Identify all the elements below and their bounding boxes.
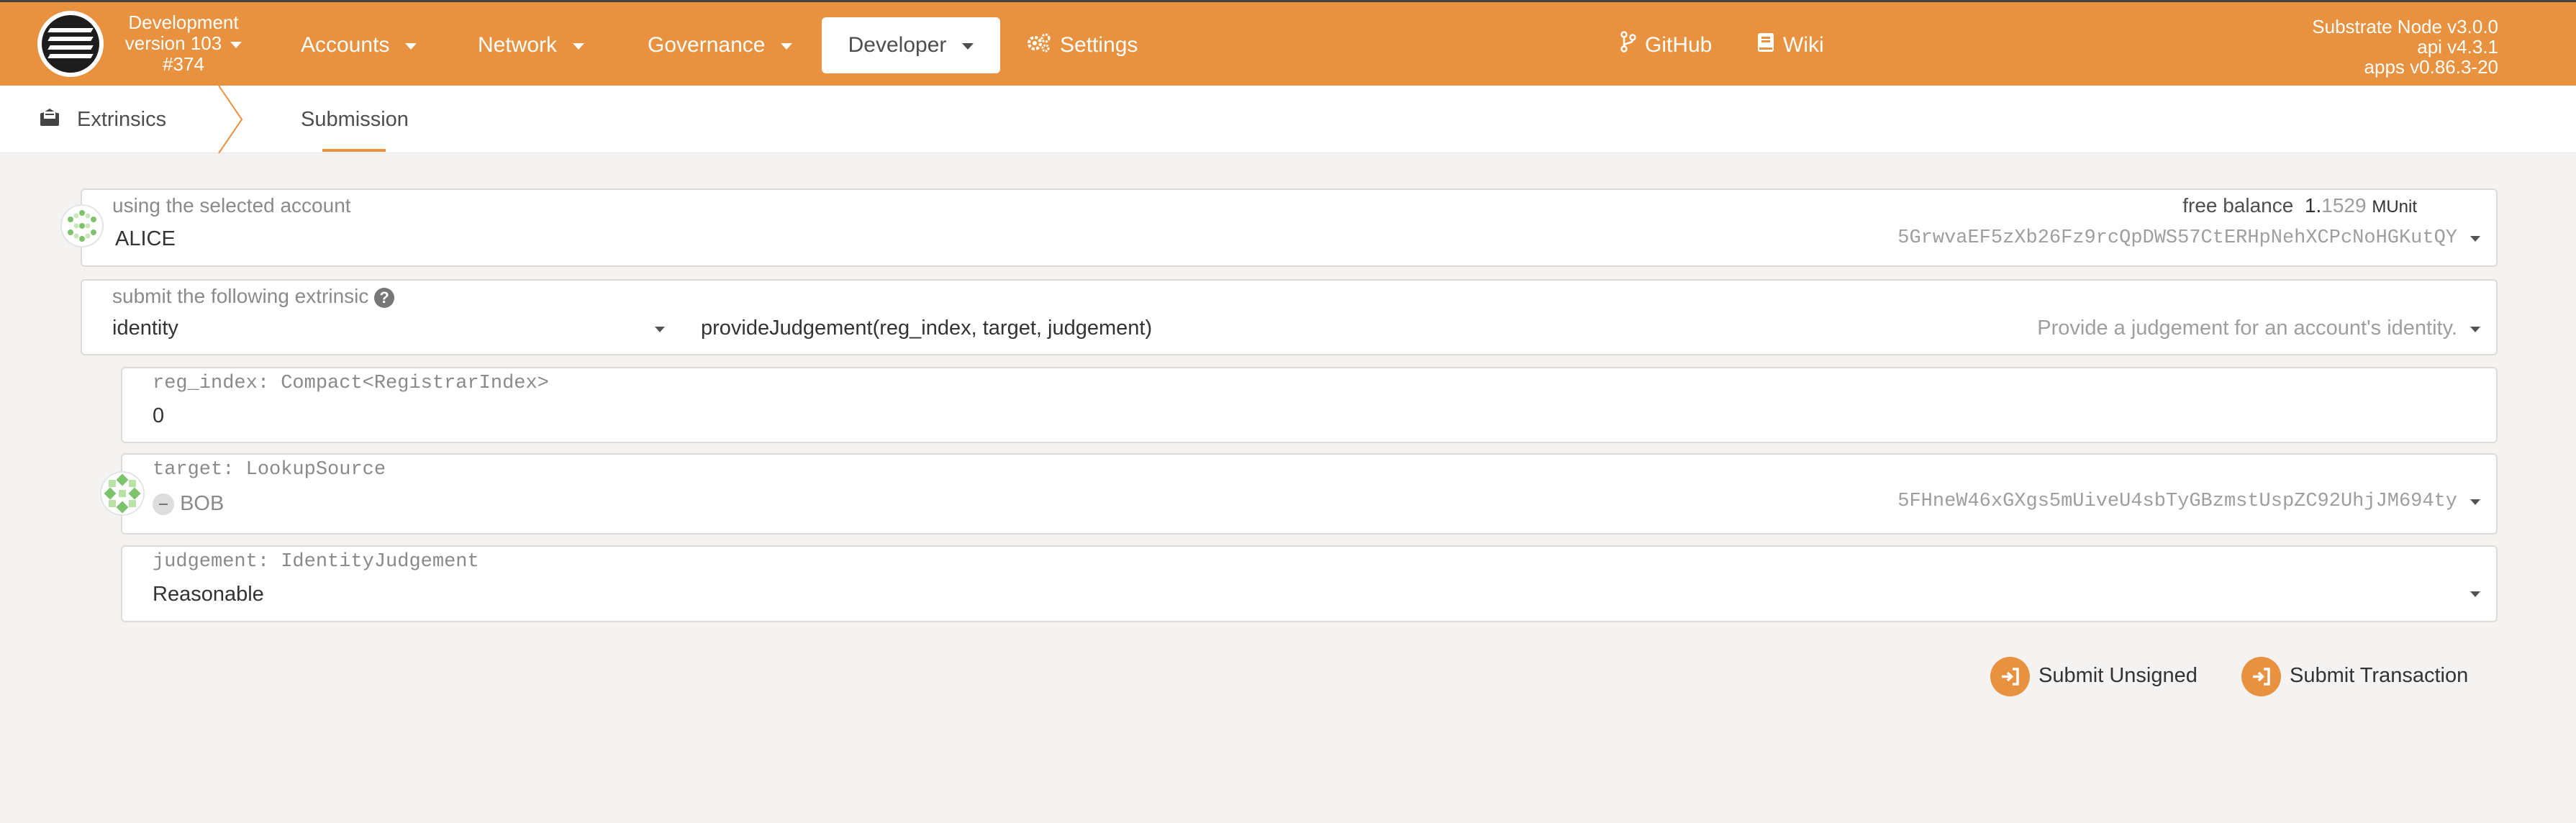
- nav-settings[interactable]: Settings: [1027, 17, 1138, 73]
- account-address: 5GrwvaEF5zXb26Fz9rcQpDWS57CtERHpNehXCPcN…: [1897, 227, 2457, 249]
- logo[interactable]: [37, 11, 104, 77]
- free-balance: free balance 1.1529 MUnit: [2182, 194, 2417, 217]
- section-value: identity: [112, 317, 178, 340]
- method-dropdown[interactable]: provideJudgement(reg_index, target, judg…: [701, 311, 2496, 354]
- method-value: provideJudgement(reg_index, target, judg…: [701, 317, 1153, 340]
- chain-info[interactable]: Development version 103 #374: [119, 12, 248, 75]
- target-account: BOB: [153, 492, 224, 516]
- chevron-down-icon: [2470, 499, 2480, 505]
- judgement-label: judgement: IdentityJudgement: [153, 551, 479, 573]
- chevron-down-icon: [781, 42, 793, 50]
- gears-icon: [1027, 18, 1051, 74]
- section-dropdown[interactable]: identity: [82, 311, 679, 354]
- sign-in-icon: [1990, 656, 2030, 696]
- runtime-version: version 103: [124, 32, 222, 54]
- chevron-down-icon: [655, 327, 665, 332]
- account-selector[interactable]: using the selected account ALICE free ba…: [81, 188, 2498, 267]
- method-description: Provide a judgement for an account's ide…: [2037, 317, 2457, 340]
- judgement-value: Reasonable: [153, 583, 264, 606]
- code-branch-icon: [1620, 18, 1636, 74]
- judgement-field[interactable]: judgement: IdentityJudgement Reasonable: [121, 545, 2498, 622]
- chevron-down-icon: [230, 41, 242, 48]
- reg-index-label: reg_index: Compact<RegistrarIndex>: [153, 373, 549, 394]
- tabs-bar: Extrinsics Submission: [0, 86, 2576, 153]
- envelope-open-icon: [40, 86, 60, 154]
- top-menu: Development version 103 #374 Accounts Ne…: [0, 0, 2576, 86]
- nav-developer[interactable]: Developer: [822, 17, 1000, 73]
- nav-github[interactable]: GitHub: [1620, 17, 1712, 73]
- nav-accounts[interactable]: Accounts: [301, 17, 417, 73]
- target-field[interactable]: target: LookupSource BOB 5FHneW46xGXgs5m…: [121, 453, 2498, 535]
- book-icon: [1757, 18, 1774, 74]
- nav-network[interactable]: Network: [478, 17, 585, 73]
- chain-name: Development: [128, 12, 239, 33]
- node-info: Substrate Node v3.0.0 api v4.3.1 apps v0…: [2312, 17, 2498, 77]
- best-block: #374: [163, 53, 204, 75]
- target-address: 5FHneW46xGXgs5mUiveU4sbTyGBzmstUspZC92Uh…: [1897, 491, 2457, 512]
- question-circle-icon[interactable]: ?: [374, 287, 395, 308]
- nav-wiki[interactable]: Wiki: [1757, 17, 1824, 73]
- chevron-down-icon: [573, 42, 585, 50]
- bob-identicon: [100, 471, 145, 516]
- apps-version: apps v0.86.3-20: [2364, 56, 2498, 78]
- breadcrumb-chevron: [218, 86, 243, 153]
- reg-index-field[interactable]: reg_index: Compact<RegistrarIndex> 0: [121, 367, 2498, 443]
- active-tab-indicator: [322, 149, 386, 152]
- target-label: target: LookupSource: [153, 459, 386, 481]
- tab-submission[interactable]: Submission: [301, 86, 409, 153]
- chevron-down-icon: [2470, 236, 2480, 242]
- extrinsic-selector: submit the following extrinsic ? identit…: [81, 279, 2498, 355]
- minus-circle-icon: [153, 494, 174, 516]
- chevron-down-icon: [2470, 591, 2480, 597]
- alice-identicon: [60, 204, 104, 247]
- chevron-down-icon: [2470, 327, 2480, 332]
- account-label: using the selected account: [112, 194, 351, 217]
- target-name: BOB: [180, 492, 225, 515]
- tab-extrinsics[interactable]: Extrinsics: [40, 86, 166, 153]
- chevron-down-icon: [405, 42, 417, 50]
- sign-in-icon: [2241, 656, 2281, 696]
- substrate-logo-icon: [42, 15, 99, 73]
- extrinsic-label: submit the following extrinsic ?: [112, 285, 395, 308]
- api-version: api v4.3.1: [2417, 36, 2498, 58]
- chevron-down-icon: [962, 42, 974, 50]
- node-name: Substrate Node v3.0.0: [2312, 16, 2498, 37]
- reg-index-value: 0: [153, 404, 165, 427]
- account-name: ALICE: [115, 227, 176, 250]
- nav-governance[interactable]: Governance: [648, 17, 793, 73]
- submit-unsigned-button[interactable]: Submit Unsigned: [1990, 655, 2198, 696]
- submit-transaction-button[interactable]: Submit Transaction: [2241, 655, 2468, 696]
